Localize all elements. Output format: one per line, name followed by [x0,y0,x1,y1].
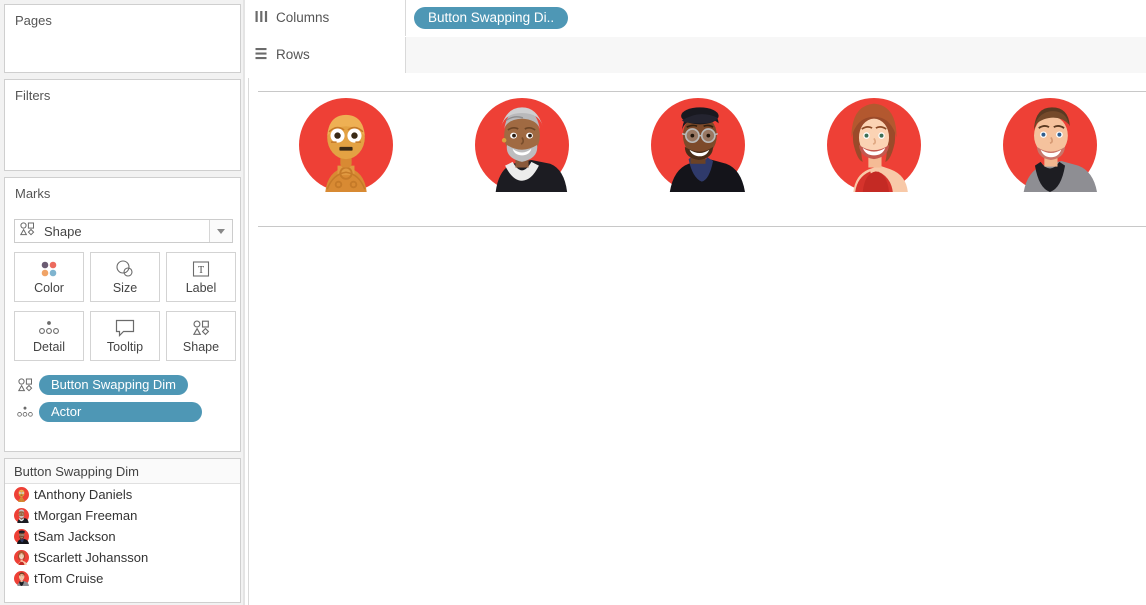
viz-bottom-rule [258,226,1146,227]
viz-mark-avatar-sam[interactable] [651,98,745,192]
viz-mark-avatar-c3po[interactable] [299,98,393,192]
detail-icon [38,318,60,338]
marks-color-button[interactable]: Color [14,252,84,302]
filters-card[interactable]: Filters [4,79,241,171]
viz-mark-avatar-scarlett[interactable] [827,98,921,192]
marks-detail-button[interactable]: Detail [14,311,84,361]
marks-color-label: Color [34,281,64,295]
columns-shelf-text: Columns [276,10,330,25]
pages-card[interactable]: Pages [4,4,241,73]
worksheet-area: Columns Button Swapping Di.. Rows [245,0,1146,605]
legend-item-label: tSam Jackson [34,529,116,544]
marks-pill-actor[interactable]: Actor [39,402,202,422]
pages-card-title: Pages [15,13,52,28]
marks-pill-button-swapping-dim[interactable]: Button Swapping Dim [39,375,189,395]
marks-pill-detail-row[interactable]: Actor [14,402,202,422]
marks-shape-label: Shape [182,340,220,354]
legend-item-label: tTom Cruise [34,571,104,586]
columns-pill-button-swapping-dim[interactable]: Button Swapping Di.. [414,6,569,29]
viz-canvas[interactable] [245,74,1146,605]
marks-card-title: Marks [15,186,51,201]
chevron-down-icon[interactable] [209,220,232,242]
rows-shelf[interactable]: Rows [245,36,1146,73]
viz-mark-avatar-tom[interactable] [1003,98,1097,192]
legend-item[interactable]: tMorgan Freeman [5,505,240,526]
rows-shelf-text: Rows [276,47,310,62]
marks-label-label: Label [185,281,217,295]
detail-icon [14,403,36,421]
marks-tooltip-label: Tooltip [106,340,144,354]
marks-size-label: Size [112,281,138,295]
columns-icon [255,10,268,26]
left-panel: Pages Filters Marks Shape Color Size T L… [0,0,245,605]
legend-item[interactable]: tSam Jackson [5,526,240,547]
marks-card: Marks Shape Color Size T Label Detail To… [4,177,241,452]
mark-type-dropdown[interactable]: Shape [14,219,233,243]
tableau-worksheet: Pages Filters Marks Shape Color Size T L… [0,0,1146,605]
legend-item[interactable]: tTom Cruise [5,568,240,589]
legend-item-label: tAnthony Daniels [34,487,133,502]
mark-type-label: Shape [44,223,82,239]
avatar-c3po-icon [14,487,29,502]
rows-icon [255,47,268,63]
viz-mark-avatar-morgan[interactable] [475,98,569,192]
marks-size-button[interactable]: Size [90,252,160,302]
shape-icon [19,222,38,240]
viz-marks-row [249,98,1146,220]
shape-icon [192,318,210,338]
avatar-morgan-icon [14,508,29,523]
columns-shelf-dropzone[interactable]: Button Swapping Di.. [406,0,1146,36]
marks-detail-label: Detail [33,340,65,354]
marks-shape-button[interactable]: Shape [166,311,236,361]
label-icon: T [192,259,210,279]
viz-top-rule [258,91,1146,92]
color-icon [39,259,59,279]
avatar-tom-icon [14,571,29,586]
avatar-sam-icon [14,529,29,544]
shape-icon [14,376,36,394]
svg-text:T: T [198,265,204,276]
legend-item-label: tMorgan Freeman [34,508,138,523]
tooltip-icon [115,318,135,338]
avatar-scarlett-icon [14,550,29,565]
legend-title: Button Swapping Dim [5,459,240,484]
marks-tooltip-button[interactable]: Tooltip [90,311,160,361]
size-icon [114,259,136,279]
marks-label-button[interactable]: T Label [166,252,236,302]
legend-item[interactable]: tAnthony Daniels [5,484,240,505]
marks-pill-shape-row[interactable]: Button Swapping Dim [14,375,189,395]
columns-shelf[interactable]: Columns Button Swapping Di.. [245,0,1146,36]
rows-shelf-dropzone[interactable] [406,36,1146,73]
legend-item[interactable]: tScarlett Johansson [5,547,240,568]
viz-inner [248,78,1146,605]
shape-legend-card: Button Swapping Dim tAnthony Daniels tMo… [4,458,241,603]
filters-card-title: Filters [15,88,51,103]
columns-shelf-label: Columns [245,0,406,36]
rows-shelf-label: Rows [245,36,406,73]
legend-item-label: tScarlett Johansson [34,550,149,565]
